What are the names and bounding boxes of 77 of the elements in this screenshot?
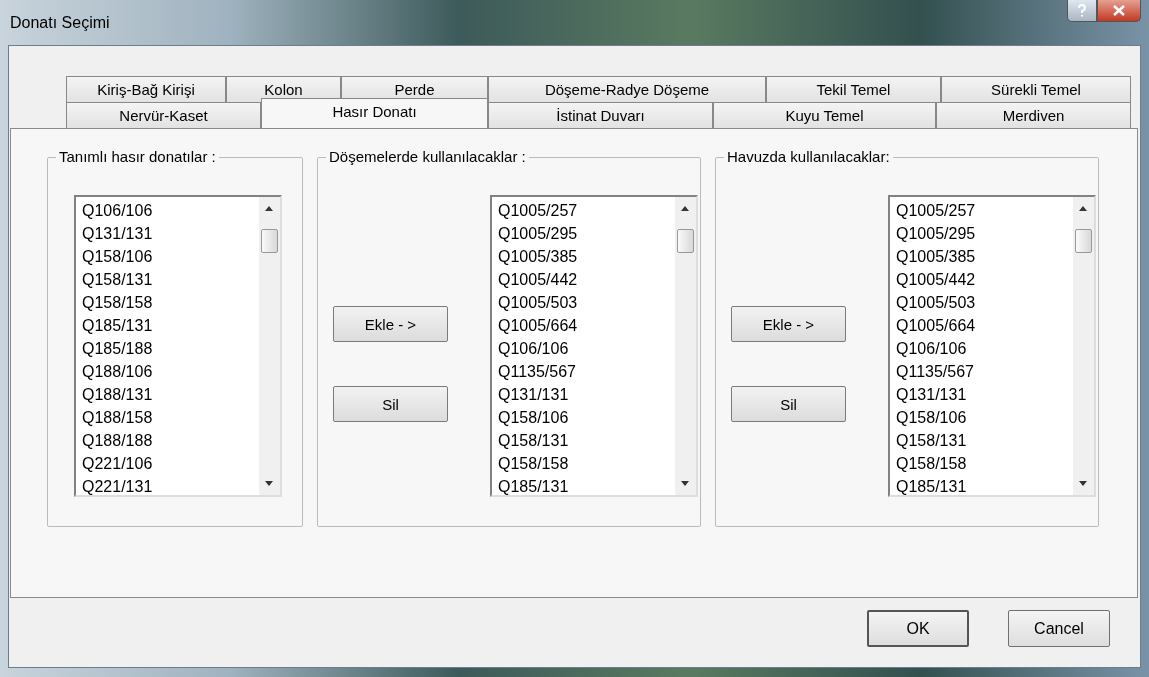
tab[interactable]: Döşeme-Radye Döşeme bbox=[488, 76, 766, 102]
list-item[interactable]: Q1135/567 bbox=[498, 360, 675, 383]
list-item[interactable]: Q158/158 bbox=[896, 452, 1073, 475]
list-item[interactable]: Q158/106 bbox=[82, 245, 259, 268]
scroll-up-icon[interactable] bbox=[264, 205, 274, 211]
scrollbar[interactable] bbox=[675, 197, 696, 495]
window-title: Donatı Seçimi bbox=[9, 13, 110, 32]
list-item[interactable]: Q1005/295 bbox=[498, 222, 675, 245]
add-button[interactable]: Ekle - > bbox=[333, 306, 448, 342]
list-item[interactable]: Q131/131 bbox=[498, 383, 675, 406]
list-item[interactable]: Q131/131 bbox=[82, 222, 259, 245]
list-item[interactable]: Q1005/385 bbox=[498, 245, 675, 268]
help-icon bbox=[1077, 4, 1087, 17]
list-item[interactable]: Q1005/257 bbox=[896, 199, 1073, 222]
list-item[interactable]: Q185/188 bbox=[82, 337, 259, 360]
tab[interactable]: Merdiven bbox=[936, 102, 1131, 128]
list-item[interactable]: Q221/131 bbox=[82, 475, 259, 495]
group-title: Döşemelerde kullanılacaklar : bbox=[326, 148, 529, 165]
list-item[interactable]: Q185/131 bbox=[82, 314, 259, 337]
tab[interactable]: Hasır Donatı bbox=[261, 98, 488, 128]
tab[interactable]: Nervür-Kaset bbox=[66, 102, 261, 128]
list-item[interactable]: Q1005/442 bbox=[498, 268, 675, 291]
help-button[interactable] bbox=[1067, 0, 1097, 22]
list-item[interactable]: Q131/131 bbox=[896, 383, 1073, 406]
list-item[interactable]: Q1005/257 bbox=[498, 199, 675, 222]
list-item[interactable]: Q158/131 bbox=[498, 429, 675, 452]
close-icon bbox=[1113, 5, 1125, 16]
list-item[interactable]: Q188/158 bbox=[82, 406, 259, 429]
group-title: Tanımlı hasır donatılar : bbox=[56, 148, 219, 165]
list-item[interactable]: Q158/131 bbox=[82, 268, 259, 291]
list-item[interactable]: Q158/131 bbox=[896, 429, 1073, 452]
list-item[interactable]: Q158/158 bbox=[82, 291, 259, 314]
list-box[interactable]: Q106/106 Q131/131 Q158/106 Q158/131 Q158/158 Q185/131 Q185/188 Q188/106 Q188/131 Q188/158 Q188/188 Q221/106 Q221/131 bbox=[74, 195, 282, 497]
list-item[interactable]: Q221/106 bbox=[82, 452, 259, 475]
tab[interactable]: Tekil Temel bbox=[766, 76, 941, 102]
list-item[interactable]: Q1005/664 bbox=[896, 314, 1073, 337]
group-title: Havuzda kullanılacaklar: bbox=[724, 148, 893, 165]
cancel-button[interactable]: Cancel bbox=[1008, 610, 1110, 647]
close-button[interactable] bbox=[1097, 0, 1141, 22]
scroll-down-icon[interactable] bbox=[1078, 481, 1088, 487]
scroll-down-icon[interactable] bbox=[680, 481, 690, 487]
ok-button[interactable]: OK bbox=[867, 610, 969, 647]
scroll-down-icon[interactable] bbox=[264, 481, 274, 487]
scrollbar[interactable] bbox=[259, 197, 280, 495]
list-item[interactable]: Q106/106 bbox=[498, 337, 675, 360]
scroll-thumb[interactable] bbox=[261, 229, 278, 253]
tab[interactable]: Kuyu Temel bbox=[713, 102, 936, 128]
list-item[interactable]: Q188/106 bbox=[82, 360, 259, 383]
add-button[interactable]: Ekle - > bbox=[731, 306, 846, 342]
list-item[interactable]: Q158/158 bbox=[498, 452, 675, 475]
list-item[interactable]: Q1135/567 bbox=[896, 360, 1073, 383]
list-item[interactable]: Q158/106 bbox=[498, 406, 675, 429]
list-box[interactable]: Q1005/257 Q1005/295 Q1005/385 Q1005/442 Q1005/503 Q1005/664 Q106/106 Q1135/567 Q131/131 Q158/106 Q158/131 Q158/158 Q185/131 bbox=[888, 195, 1096, 497]
list-item[interactable]: Q185/131 bbox=[896, 475, 1073, 495]
list-item[interactable]: Q1005/385 bbox=[896, 245, 1073, 268]
list-item[interactable]: Q1005/503 bbox=[498, 291, 675, 314]
tab[interactable]: Kiriş-Bağ Kirişi bbox=[66, 76, 226, 102]
list-item[interactable]: Q1005/442 bbox=[896, 268, 1073, 291]
list-item[interactable]: Q1005/664 bbox=[498, 314, 675, 337]
list-item[interactable]: Q106/106 bbox=[896, 337, 1073, 360]
list-item[interactable]: Q158/106 bbox=[896, 406, 1073, 429]
scroll-thumb[interactable] bbox=[677, 229, 694, 253]
list-item[interactable]: Q1005/503 bbox=[896, 291, 1073, 314]
list-item[interactable]: Q106/106 bbox=[82, 199, 259, 222]
delete-button[interactable]: Sil bbox=[333, 386, 448, 422]
list-item[interactable]: Q188/188 bbox=[82, 429, 259, 452]
scroll-up-icon[interactable] bbox=[680, 205, 690, 211]
scroll-thumb[interactable] bbox=[1075, 229, 1092, 253]
list-item[interactable]: Q185/131 bbox=[498, 475, 675, 495]
tab[interactable]: İstinat Duvarı bbox=[488, 102, 713, 128]
list-item[interactable]: Q1005/295 bbox=[896, 222, 1073, 245]
scroll-up-icon[interactable] bbox=[1078, 205, 1088, 211]
delete-button[interactable]: Sil bbox=[731, 386, 846, 422]
scrollbar[interactable] bbox=[1073, 197, 1094, 495]
list-item[interactable]: Q188/131 bbox=[82, 383, 259, 406]
list-box[interactable]: Q1005/257 Q1005/295 Q1005/385 Q1005/442 Q1005/503 Q1005/664 Q106/106 Q1135/567 Q131/131 Q158/106 Q158/131 Q158/158 Q185/131 bbox=[490, 195, 698, 497]
tab[interactable]: Sürekli Temel bbox=[941, 76, 1131, 102]
